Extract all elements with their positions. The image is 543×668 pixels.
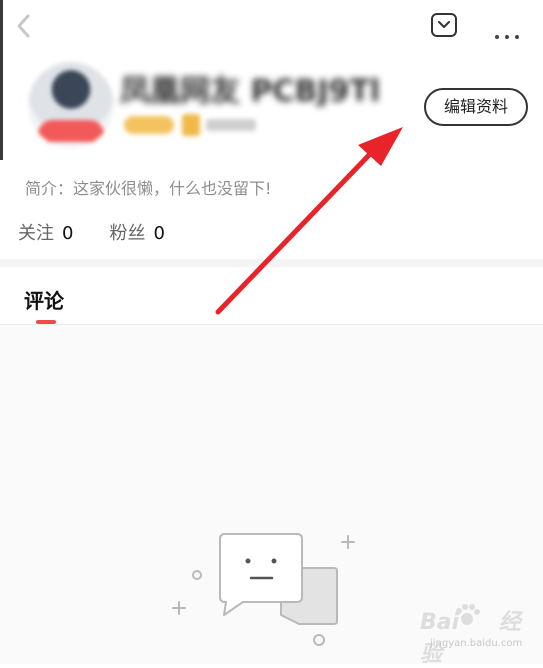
back-chevron-icon[interactable] bbox=[12, 12, 36, 40]
paw-icon bbox=[456, 604, 480, 625]
level-badge bbox=[124, 116, 174, 134]
medal-badge-icon bbox=[182, 114, 200, 136]
badge-text bbox=[206, 119, 256, 131]
tab-bar: 评论 bbox=[0, 267, 543, 325]
stats-row: 关注 0 粉丝 0 bbox=[18, 219, 165, 245]
section-divider bbox=[0, 259, 543, 267]
followers-stat[interactable]: 粉丝 0 bbox=[109, 219, 164, 245]
more-dots-icon[interactable] bbox=[495, 24, 525, 39]
following-stat[interactable]: 关注 0 bbox=[18, 219, 73, 245]
username: 凤凰网友 PCBJ9Tl bbox=[120, 74, 381, 106]
tab-comments[interactable]: 评论 bbox=[24, 285, 64, 314]
avatar[interactable] bbox=[28, 62, 114, 148]
edit-profile-button[interactable]: 编辑资料 bbox=[424, 88, 528, 126]
followers-count: 0 bbox=[153, 223, 165, 244]
tab-active-indicator bbox=[36, 320, 56, 324]
bio-text: 简介：这家伙很懒，什么也没留下! bbox=[25, 179, 272, 198]
following-label: 关注 bbox=[18, 223, 54, 244]
empty-chat-bubbles-icon bbox=[172, 533, 355, 646]
watermark: Bai 经验 jingyan.baidu.com bbox=[420, 604, 540, 667]
badge-row bbox=[124, 114, 256, 138]
left-edge-rule bbox=[0, 0, 3, 160]
following-count: 0 bbox=[62, 223, 74, 244]
followers-label: 粉丝 bbox=[109, 223, 146, 244]
watermark-url: jingyan.baidu.com bbox=[430, 638, 523, 649]
dropdown-box-icon[interactable] bbox=[431, 13, 457, 37]
